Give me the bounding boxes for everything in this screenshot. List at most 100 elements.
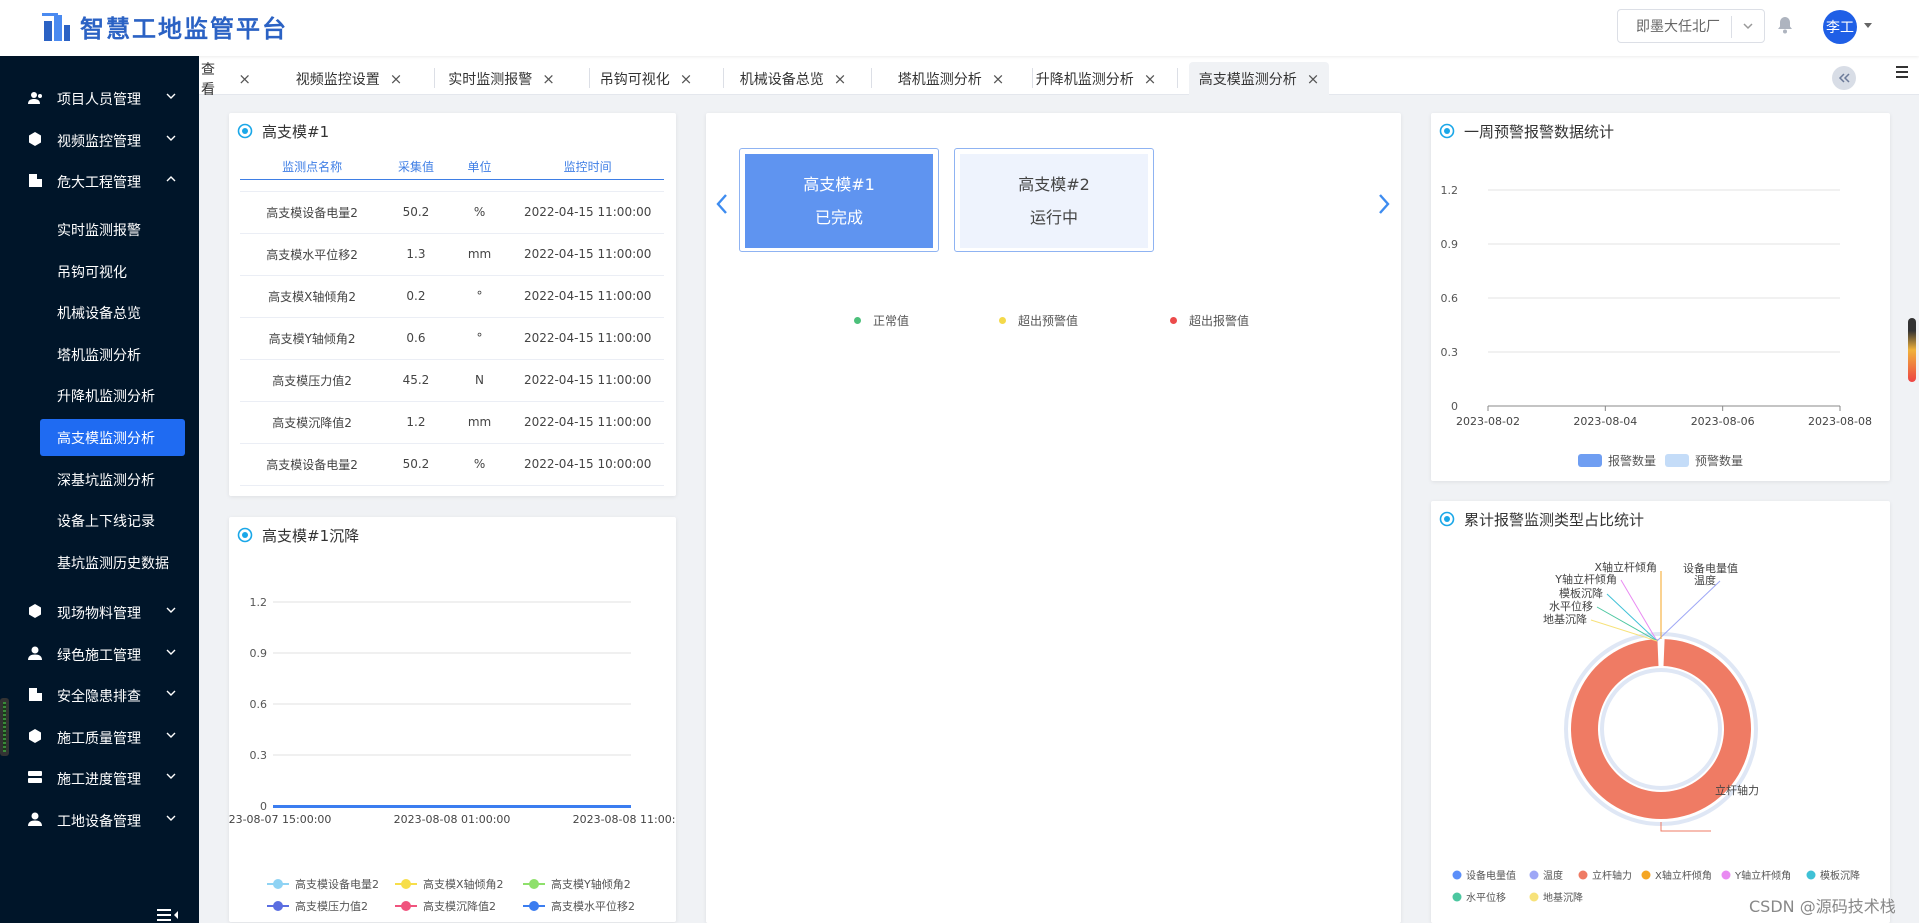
- sidebar-group-2[interactable]: 危大工程管理: [0, 161, 199, 201]
- close-icon[interactable]: ×: [680, 70, 693, 88]
- legend-item[interactable]: X轴立杆倾角: [1641, 869, 1712, 882]
- status-label: 正常值: [873, 314, 910, 328]
- chevron-right-icon[interactable]: [1377, 192, 1391, 216]
- legend-item[interactable]: 水平位移: [1452, 891, 1507, 904]
- legend-item[interactable]: 温度: [1529, 869, 1564, 882]
- menu-collapse-icon[interactable]: [157, 908, 179, 922]
- sidebar-group-1[interactable]: 视频监控管理: [0, 120, 199, 160]
- factory-select[interactable]: 即墨大任北厂: [1617, 9, 1765, 43]
- legend-item[interactable]: Y轴立杆倾角: [1721, 869, 1792, 882]
- table-cell: 高支模压力值2: [240, 359, 385, 402]
- tab[interactable]: 查看 ×: [201, 62, 251, 95]
- close-icon[interactable]: ×: [992, 70, 1005, 88]
- x-tick-label: 2023-08-08: [1808, 415, 1872, 428]
- legend-item[interactable]: 预警数量: [1665, 453, 1743, 468]
- tab[interactable]: 高支模监测分析 ×: [1189, 62, 1329, 95]
- monitor-device-card[interactable]: 高支模#2 运行中: [954, 148, 1154, 252]
- logo[interactable]: 智慧工地监管平台: [42, 9, 288, 44]
- donut-ring: [1600, 668, 1722, 790]
- legend-swatch: [1578, 454, 1602, 467]
- x-tick-label: 2023-08-08 01:00:00: [394, 813, 511, 826]
- table-row: 高支模设备电量2 50.2% 2022-04-15 10:00:00: [240, 443, 664, 486]
- sidebar-subitem[interactable]: 基坑监测历史数据: [40, 544, 185, 581]
- sidebar-group-label: 现场物料管理: [57, 606, 141, 622]
- close-icon[interactable]: ×: [542, 70, 555, 88]
- label-line: [1606, 593, 1658, 642]
- cube-icon: [29, 604, 41, 618]
- chevron-left-icon[interactable]: [715, 192, 729, 216]
- legend-label: 设备电量值: [1466, 869, 1516, 882]
- sidebar-group-5[interactable]: 安全隐患排查: [0, 675, 199, 715]
- slice-label: 立杆轴力: [1715, 783, 1759, 797]
- sidebar-subitem[interactable]: 塔机监测分析: [40, 336, 185, 373]
- legend-item[interactable]: 模板沉降: [1806, 869, 1861, 882]
- bell-icon[interactable]: [1776, 15, 1794, 35]
- legend-item[interactable]: 高支模沉降值2: [395, 899, 496, 913]
- legend-item[interactable]: 高支模Y轴倾角2: [523, 877, 631, 891]
- legend-item[interactable]: 设备电量值: [1452, 869, 1517, 882]
- close-icon[interactable]: ×: [834, 70, 847, 88]
- y-tick-label: 0.3: [250, 749, 268, 762]
- legend-item[interactable]: 报警数量: [1578, 453, 1656, 468]
- caret-down-icon[interactable]: [1863, 22, 1873, 30]
- sidebar-subitem[interactable]: 实时监测报警: [40, 211, 185, 248]
- sidebar-group-4[interactable]: 绿色施工管理: [0, 634, 199, 674]
- settlement-chart-card: 高支模#1沉降 00.30.60.91.22023-08-07 15:00:00…: [229, 517, 676, 922]
- table-cell: 50.2: [384, 191, 448, 234]
- close-icon[interactable]: ×: [1307, 70, 1320, 88]
- tab[interactable]: 吊钩可视化 ×: [579, 62, 713, 95]
- sidebar-subitem[interactable]: 升降机监测分析: [40, 377, 185, 414]
- sidebar-subitem[interactable]: 深基坑监测分析: [40, 461, 185, 498]
- legend-item[interactable]: 高支模压力值2: [267, 899, 368, 913]
- legend-item[interactable]: 高支模设备电量2: [267, 877, 379, 891]
- monitor-table: 监测点名称 采集值 单位 监控时间 高支模设备电量2 50.2% 2022-04-15 1…: [240, 155, 664, 486]
- tab-label: 高支模监测分析: [1198, 71, 1297, 88]
- tab[interactable]: 视频监控设置 ×: [274, 62, 424, 95]
- legend-label: X轴立杆倾角: [1655, 869, 1712, 882]
- tab-scroll-left-button[interactable]: [1832, 66, 1856, 90]
- legend-marker: [1641, 870, 1651, 880]
- tab[interactable]: 实时监测报警 ×: [424, 62, 579, 95]
- sidebar-group-3[interactable]: 现场物料管理: [0, 592, 199, 632]
- close-icon[interactable]: ×: [390, 70, 403, 88]
- avatar[interactable]: 李工: [1823, 10, 1857, 44]
- slice-label: 地基沉降: [1543, 612, 1587, 626]
- tab-bar: 查看 × 视频监控设置 × 实时监测报警 × 吊钩可视化 × 机械设备总览 × 塔机监测分析 × 升降机…: [199, 56, 1919, 95]
- sidebar-subitem[interactable]: 机械设备总览: [40, 294, 185, 331]
- legend-item[interactable]: 地基沉降: [1529, 891, 1584, 904]
- spacer-cell: [240, 179, 664, 192]
- sidebar-group-8[interactable]: 工地设备管理: [0, 800, 199, 840]
- close-icon[interactable]: ×: [238, 70, 251, 88]
- tab[interactable]: 升降机监测分析 ×: [1025, 62, 1167, 95]
- label-line: [1656, 580, 1721, 642]
- legend-marker: [273, 879, 283, 889]
- slice-label: Y轴立杆倾角: [1554, 572, 1617, 586]
- pie-chart-card: 累计报警监测类型占比统计 设备电量值 温度 立杆轴力 X轴立杆倾角 Y轴立杆倾角 模板沉降…: [1431, 501, 1890, 923]
- tab-label: 机械设备总览: [739, 71, 824, 88]
- sidebar-subitem[interactable]: 吊钩可视化: [40, 253, 185, 290]
- monitor-device-card[interactable]: 高支模#1 已完成: [739, 148, 939, 252]
- legend-item[interactable]: 立杆轴力: [1578, 869, 1633, 882]
- tab[interactable]: 塔机监测分析 ×: [880, 62, 1022, 95]
- sidebar-group-label: 绿色施工管理: [57, 648, 141, 664]
- tab[interactable]: 机械设备总览 ×: [725, 62, 861, 95]
- sidebar-group-6[interactable]: 施工质量管理: [0, 717, 199, 757]
- scrollbar-thumb[interactable]: [1908, 318, 1916, 382]
- sidebar-subitem[interactable]: 高支模监测分析: [40, 419, 185, 456]
- tab-menu-icon[interactable]: [1896, 66, 1910, 78]
- legend-label: 地基沉降: [1543, 891, 1583, 904]
- close-icon[interactable]: ×: [1144, 70, 1157, 88]
- table-cell: 高支模设备电量2: [240, 191, 385, 234]
- logo-icon: [42, 12, 70, 41]
- legend-item[interactable]: 高支模水平位移2: [523, 899, 635, 913]
- sidebar: 项目人员管理 视频监控管理 危大工程管理现场物料管理 绿色施工管理安全隐患排查 施工质量…: [0, 56, 199, 923]
- label-line: [1590, 619, 1658, 642]
- table-cell: 2022-04-15 11:00:00: [511, 275, 664, 318]
- sidebar-subitem[interactable]: 设备上下线记录: [40, 502, 185, 539]
- sidebar-group-7[interactable]: 施工进度管理: [0, 758, 199, 798]
- tab-label: 吊钩可视化: [599, 71, 670, 88]
- cube-icon: [29, 132, 41, 146]
- sidebar-group-0[interactable]: 项目人员管理: [0, 78, 199, 118]
- legend-item[interactable]: 高支模X轴倾角2: [395, 877, 504, 891]
- table-cell: mm: [447, 401, 512, 444]
